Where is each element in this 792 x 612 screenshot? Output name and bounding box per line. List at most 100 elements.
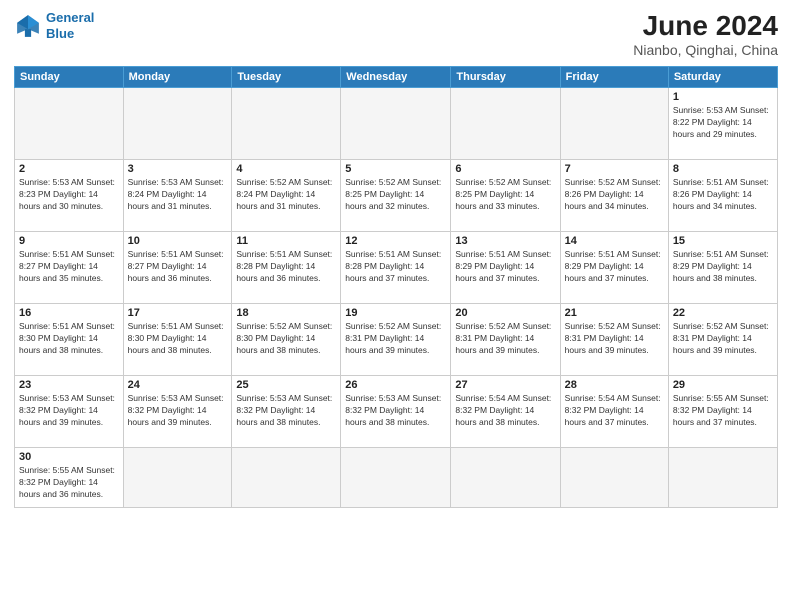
logo-text: General Blue (46, 10, 94, 41)
calendar-cell (232, 448, 341, 508)
day-info: Sunrise: 5:52 AM Sunset: 8:31 PM Dayligh… (345, 321, 446, 357)
weekday-header-tuesday: Tuesday (232, 67, 341, 88)
day-number: 17 (128, 307, 228, 319)
day-number: 8 (673, 163, 773, 175)
day-info: Sunrise: 5:51 AM Sunset: 8:29 PM Dayligh… (673, 249, 773, 285)
day-info: Sunrise: 5:52 AM Sunset: 8:31 PM Dayligh… (455, 321, 555, 357)
day-info: Sunrise: 5:51 AM Sunset: 8:28 PM Dayligh… (345, 249, 446, 285)
day-number: 12 (345, 235, 446, 247)
day-info: Sunrise: 5:52 AM Sunset: 8:25 PM Dayligh… (455, 177, 555, 213)
calendar-cell: 25 Sunrise: 5:53 AM Sunset: 8:32 PM Dayli… (232, 376, 341, 448)
page: General Blue June 2024 Nianbo, Qinghai, … (0, 0, 792, 612)
day-number: 1 (673, 91, 773, 103)
day-info: Sunrise: 5:52 AM Sunset: 8:26 PM Dayligh… (565, 177, 664, 213)
day-info: Sunrise: 5:53 AM Sunset: 8:23 PM Dayligh… (19, 177, 119, 213)
day-number: 29 (673, 379, 773, 391)
calendar-cell (668, 448, 777, 508)
day-info: Sunrise: 5:51 AM Sunset: 8:30 PM Dayligh… (19, 321, 119, 357)
day-info: Sunrise: 5:51 AM Sunset: 8:29 PM Dayligh… (565, 249, 664, 285)
weekday-header-monday: Monday (123, 67, 232, 88)
calendar-cell (341, 88, 451, 160)
calendar-cell: 4 Sunrise: 5:52 AM Sunset: 8:24 PM Daylig… (232, 160, 341, 232)
calendar-cell: 15 Sunrise: 5:51 AM Sunset: 8:29 PM Dayli… (668, 232, 777, 304)
day-number: 21 (565, 307, 664, 319)
day-info: Sunrise: 5:53 AM Sunset: 8:32 PM Dayligh… (236, 393, 336, 429)
day-info: Sunrise: 5:52 AM Sunset: 8:25 PM Dayligh… (345, 177, 446, 213)
calendar-title: June 2024 (633, 10, 778, 42)
day-number: 28 (565, 379, 664, 391)
day-info: Sunrise: 5:52 AM Sunset: 8:30 PM Dayligh… (236, 321, 336, 357)
calendar-cell: 19 Sunrise: 5:52 AM Sunset: 8:31 PM Dayli… (341, 304, 451, 376)
day-info: Sunrise: 5:53 AM Sunset: 8:32 PM Dayligh… (19, 393, 119, 429)
weekday-header-row: SundayMondayTuesdayWednesdayThursdayFrid… (15, 67, 778, 88)
day-info: Sunrise: 5:51 AM Sunset: 8:27 PM Dayligh… (128, 249, 228, 285)
calendar-cell: 30Sunrise: 5:55 AM Sunset: 8:32 PM Dayli… (15, 448, 124, 508)
calendar-cell: 28 Sunrise: 5:54 AM Sunset: 8:32 PM Dayli… (560, 376, 668, 448)
calendar-cell: 22 Sunrise: 5:52 AM Sunset: 8:31 PM Dayli… (668, 304, 777, 376)
calendar-location: Nianbo, Qinghai, China (633, 42, 778, 58)
calendar-cell: 21 Sunrise: 5:52 AM Sunset: 8:31 PM Dayli… (560, 304, 668, 376)
day-number: 10 (128, 235, 228, 247)
calendar-cell: 8Sunrise: 5:51 AM Sunset: 8:26 PM Daylig… (668, 160, 777, 232)
day-info: Sunrise: 5:51 AM Sunset: 8:29 PM Dayligh… (455, 249, 555, 285)
calendar-cell: 29Sunrise: 5:55 AM Sunset: 8:32 PM Dayli… (668, 376, 777, 448)
day-info: Sunrise: 5:52 AM Sunset: 8:31 PM Dayligh… (565, 321, 664, 357)
calendar-cell (451, 88, 560, 160)
day-info: Sunrise: 5:53 AM Sunset: 8:32 PM Dayligh… (128, 393, 228, 429)
calendar-cell (341, 448, 451, 508)
day-number: 27 (455, 379, 555, 391)
weekday-header-thursday: Thursday (451, 67, 560, 88)
day-number: 19 (345, 307, 446, 319)
day-number: 18 (236, 307, 336, 319)
calendar-cell: 5 Sunrise: 5:52 AM Sunset: 8:25 PM Daylig… (341, 160, 451, 232)
day-info: Sunrise: 5:54 AM Sunset: 8:32 PM Dayligh… (565, 393, 664, 429)
calendar-cell (123, 88, 232, 160)
day-info: Sunrise: 5:53 AM Sunset: 8:22 PM Dayligh… (673, 105, 773, 141)
day-number: 2 (19, 163, 119, 175)
calendar-cell: 12 Sunrise: 5:51 AM Sunset: 8:28 PM Dayli… (341, 232, 451, 304)
week-row-6: 30Sunrise: 5:55 AM Sunset: 8:32 PM Dayli… (15, 448, 778, 508)
calendar-cell: 7 Sunrise: 5:52 AM Sunset: 8:26 PM Daylig… (560, 160, 668, 232)
calendar-cell: 16 Sunrise: 5:51 AM Sunset: 8:30 PM Dayli… (15, 304, 124, 376)
calendar-cell: 6 Sunrise: 5:52 AM Sunset: 8:25 PM Daylig… (451, 160, 560, 232)
day-info: Sunrise: 5:52 AM Sunset: 8:24 PM Dayligh… (236, 177, 336, 213)
logo-general: General (46, 10, 94, 25)
day-info: Sunrise: 5:53 AM Sunset: 8:24 PM Dayligh… (128, 177, 228, 213)
calendar-cell: 9 Sunrise: 5:51 AM Sunset: 8:27 PM Daylig… (15, 232, 124, 304)
week-row-5: 23Sunrise: 5:53 AM Sunset: 8:32 PM Dayli… (15, 376, 778, 448)
day-number: 14 (565, 235, 664, 247)
title-block: June 2024 Nianbo, Qinghai, China (633, 10, 778, 58)
day-number: 15 (673, 235, 773, 247)
calendar-cell: 24 Sunrise: 5:53 AM Sunset: 8:32 PM Dayli… (123, 376, 232, 448)
calendar-cell: 1 Sunrise: 5:53 AM Sunset: 8:22 PM Daylig… (668, 88, 777, 160)
day-info: Sunrise: 5:54 AM Sunset: 8:32 PM Dayligh… (455, 393, 555, 429)
day-number: 16 (19, 307, 119, 319)
day-number: 20 (455, 307, 555, 319)
day-info: Sunrise: 5:52 AM Sunset: 8:31 PM Dayligh… (673, 321, 773, 357)
day-number: 6 (455, 163, 555, 175)
week-row-4: 16 Sunrise: 5:51 AM Sunset: 8:30 PM Dayli… (15, 304, 778, 376)
day-number: 7 (565, 163, 664, 175)
week-row-2: 2 Sunrise: 5:53 AM Sunset: 8:23 PM Daylig… (15, 160, 778, 232)
calendar-cell: 13 Sunrise: 5:51 AM Sunset: 8:29 PM Dayli… (451, 232, 560, 304)
day-info: Sunrise: 5:53 AM Sunset: 8:32 PM Dayligh… (345, 393, 446, 429)
day-info: Sunrise: 5:51 AM Sunset: 8:28 PM Dayligh… (236, 249, 336, 285)
calendar-cell: 20 Sunrise: 5:52 AM Sunset: 8:31 PM Dayli… (451, 304, 560, 376)
day-number: 25 (236, 379, 336, 391)
calendar-cell: 10 Sunrise: 5:51 AM Sunset: 8:27 PM Dayli… (123, 232, 232, 304)
day-info: Sunrise: 5:51 AM Sunset: 8:30 PM Dayligh… (128, 321, 228, 357)
header: General Blue June 2024 Nianbo, Qinghai, … (14, 10, 778, 58)
week-row-3: 9 Sunrise: 5:51 AM Sunset: 8:27 PM Daylig… (15, 232, 778, 304)
calendar-cell: 23Sunrise: 5:53 AM Sunset: 8:32 PM Dayli… (15, 376, 124, 448)
calendar-cell (560, 88, 668, 160)
calendar-cell: 17 Sunrise: 5:51 AM Sunset: 8:30 PM Dayli… (123, 304, 232, 376)
calendar-cell: 2 Sunrise: 5:53 AM Sunset: 8:23 PM Daylig… (15, 160, 124, 232)
day-info: Sunrise: 5:51 AM Sunset: 8:27 PM Dayligh… (19, 249, 119, 285)
day-number: 24 (128, 379, 228, 391)
day-number: 22 (673, 307, 773, 319)
day-number: 13 (455, 235, 555, 247)
day-number: 5 (345, 163, 446, 175)
day-number: 4 (236, 163, 336, 175)
calendar-cell (15, 88, 124, 160)
day-number: 9 (19, 235, 119, 247)
